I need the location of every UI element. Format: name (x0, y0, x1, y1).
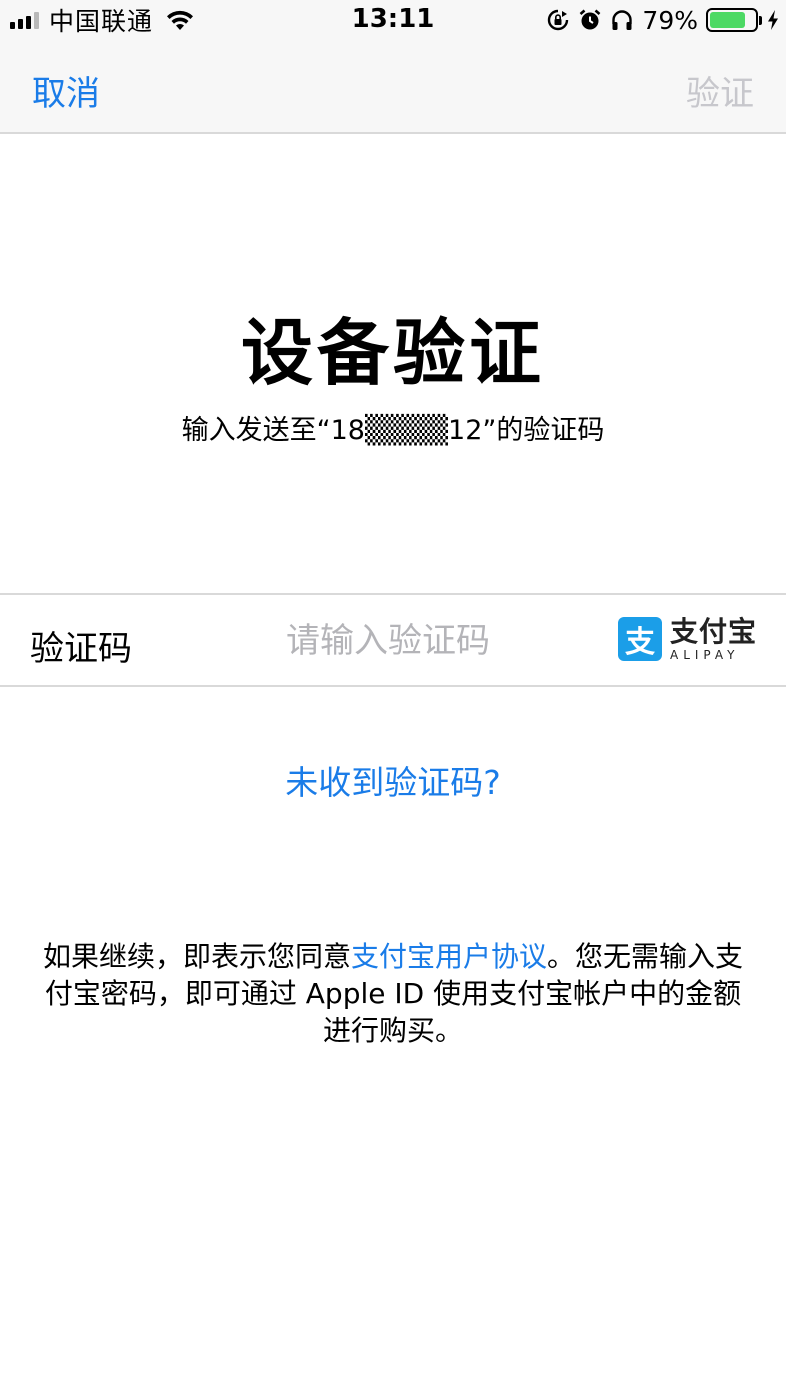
alarm-icon (580, 9, 601, 30)
agreement-text: 如果继续，即表示您同意支付宝用户协议。您无需输入支付宝密码，即可通过 Apple… (40, 938, 746, 1049)
verification-code-input[interactable] (286, 611, 586, 671)
page-title: 设备验证 (240, 311, 545, 395)
status-bar: 中国联通 13:11 79% (0, 0, 786, 40)
headphones-icon (612, 10, 633, 30)
page-subtitle: 输入发送至“18▒▒▒▒12”的验证码 (181, 415, 605, 446)
resend-code-link[interactable]: 未收到验证码? (0, 756, 786, 804)
user-agreement-link[interactable]: 支付宝用户协议 (351, 940, 547, 973)
alipay-icon: 支 (618, 617, 662, 661)
alipay-logo: 支 支付宝 ALIPAY (618, 617, 757, 661)
verify-button[interactable]: 验证 (686, 66, 754, 115)
cancel-button[interactable]: 取消 (32, 66, 100, 115)
battery-icon (706, 8, 762, 32)
verification-code-row: 验证码 支 支付宝 ALIPAY (0, 593, 786, 687)
nav-bar: 取消 验证 (0, 40, 786, 134)
battery-percent: 79% (642, 5, 698, 35)
alipay-name-en: ALIPAY (670, 647, 740, 662)
battery-level (710, 12, 745, 28)
status-right: 79% (546, 5, 780, 35)
verification-code-label: 验证码 (30, 629, 132, 669)
rotation-lock-icon (548, 9, 569, 31)
alipay-name-cn: 支付宝 (670, 614, 758, 648)
alipay-wordmark: 支付宝 ALIPAY (670, 614, 758, 662)
agreement-prefix: 如果继续，即表示您同意 (42, 940, 351, 973)
charging-bolt-icon (768, 10, 778, 30)
